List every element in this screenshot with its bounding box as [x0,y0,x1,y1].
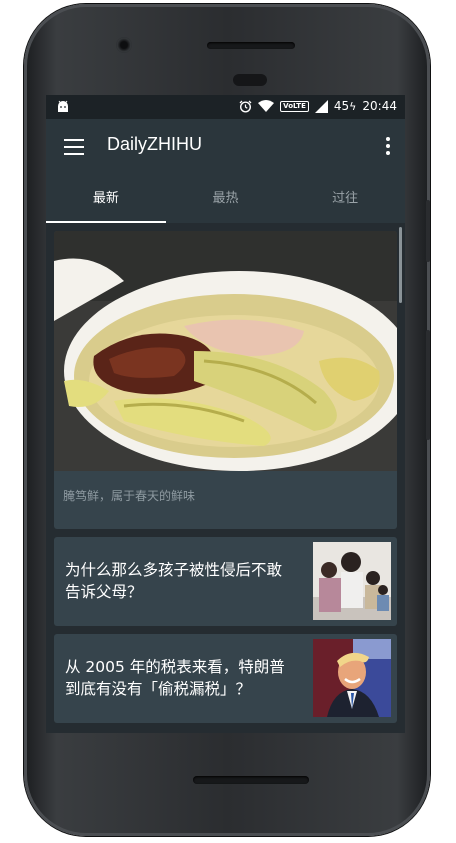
battery-level: 45ϟ [333,99,357,113]
more-options-icon[interactable] [385,137,391,157]
cell-signal-icon [314,99,328,113]
story-title: 为什么那么多孩子被性侵后不敢告诉父母？ [65,561,283,601]
menu-icon[interactable] [64,139,84,155]
tab-hot[interactable]: 最热 [166,175,286,223]
earpiece-speaker [207,42,295,49]
app-bar: DailyZHIHU [46,119,405,175]
alarm-icon [239,100,252,113]
story-thumbnail [313,542,391,620]
power-button [426,200,430,262]
hero-story-image [54,231,397,471]
hero-story-card[interactable]: 腌笃鲜，属于春天的鲜味 [54,231,397,529]
scrollbar[interactable] [399,227,402,303]
status-bar: VoLTE 45ϟ 20:44 [46,95,405,119]
hero-story-caption: 腌笃鲜，属于春天的鲜味 [63,489,196,503]
screen: VoLTE 45ϟ 20:44 DailyZHIHU 最新 最热 过往 腌笃鲜，… [46,95,405,733]
front-camera [116,37,132,53]
tab-bar: 最新 最热 过往 [46,175,405,223]
android-notification-icon [58,100,68,112]
story-list[interactable]: 腌笃鲜，属于春天的鲜味 为什么那么多孩子被性侵后不敢告诉父母？ 从 2005 年… [46,223,405,733]
clock: 20:44 [362,99,397,113]
proximity-sensor [233,74,267,86]
bottom-speaker [193,776,309,784]
story-title: 从 2005 年的税表来看，特朗普到底有没有「偷税漏税」？ [65,658,285,698]
app-title: DailyZHIHU [107,134,203,154]
tab-past[interactable]: 过往 [285,175,405,223]
story-thumbnail [313,639,391,717]
volume-rocker [426,330,430,440]
volte-badge: VoLTE [280,100,309,112]
story-card[interactable]: 从 2005 年的税表来看，特朗普到底有没有「偷税漏税」？ [54,634,397,723]
wifi-icon [258,100,275,112]
tab-latest[interactable]: 最新 [46,175,166,223]
story-card[interactable]: 为什么那么多孩子被性侵后不敢告诉父母？ [54,537,397,626]
